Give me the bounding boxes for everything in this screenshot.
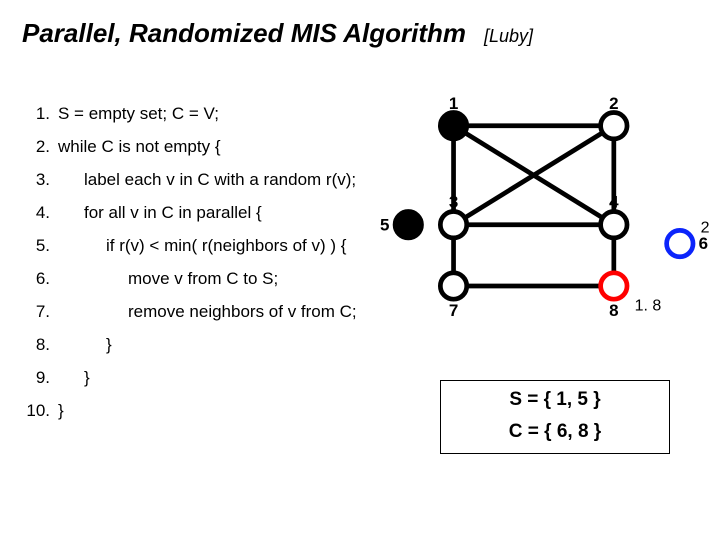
node-1: [440, 113, 466, 139]
graph-diagram: 1 2 3 4 5 62. 7 7 8 1. 8: [380, 90, 710, 350]
node-4: [601, 212, 627, 238]
node-label-7: 7: [449, 301, 458, 320]
attribution: [Luby]: [484, 26, 533, 47]
node-5: [395, 212, 421, 238]
status-box: S = { 1, 5 } C = { 6, 8 }: [440, 380, 670, 454]
node-6: [667, 230, 693, 256]
node-extra-6: 2. 7: [701, 218, 710, 236]
node-2: [601, 113, 627, 139]
node-7: [440, 273, 466, 299]
node-extra-8: 1. 8: [635, 297, 662, 315]
status-c: C = { 6, 8 }: [441, 421, 669, 443]
node-label-4: 4: [609, 193, 619, 212]
node-label-3: 3: [449, 193, 458, 212]
title-row: Parallel, Randomized MIS Algorithm [Luby…: [22, 18, 698, 49]
page-title: Parallel, Randomized MIS Algorithm: [22, 18, 466, 49]
node-label-2: 2: [609, 94, 618, 113]
node-3: [440, 212, 466, 238]
node-label-1: 1: [449, 94, 458, 113]
status-s: S = { 1, 5 }: [441, 389, 669, 411]
node-label-6: 6: [699, 234, 708, 253]
node-label-5: 5: [380, 215, 389, 234]
node-label-8: 8: [609, 301, 618, 320]
node-8: [601, 273, 627, 299]
